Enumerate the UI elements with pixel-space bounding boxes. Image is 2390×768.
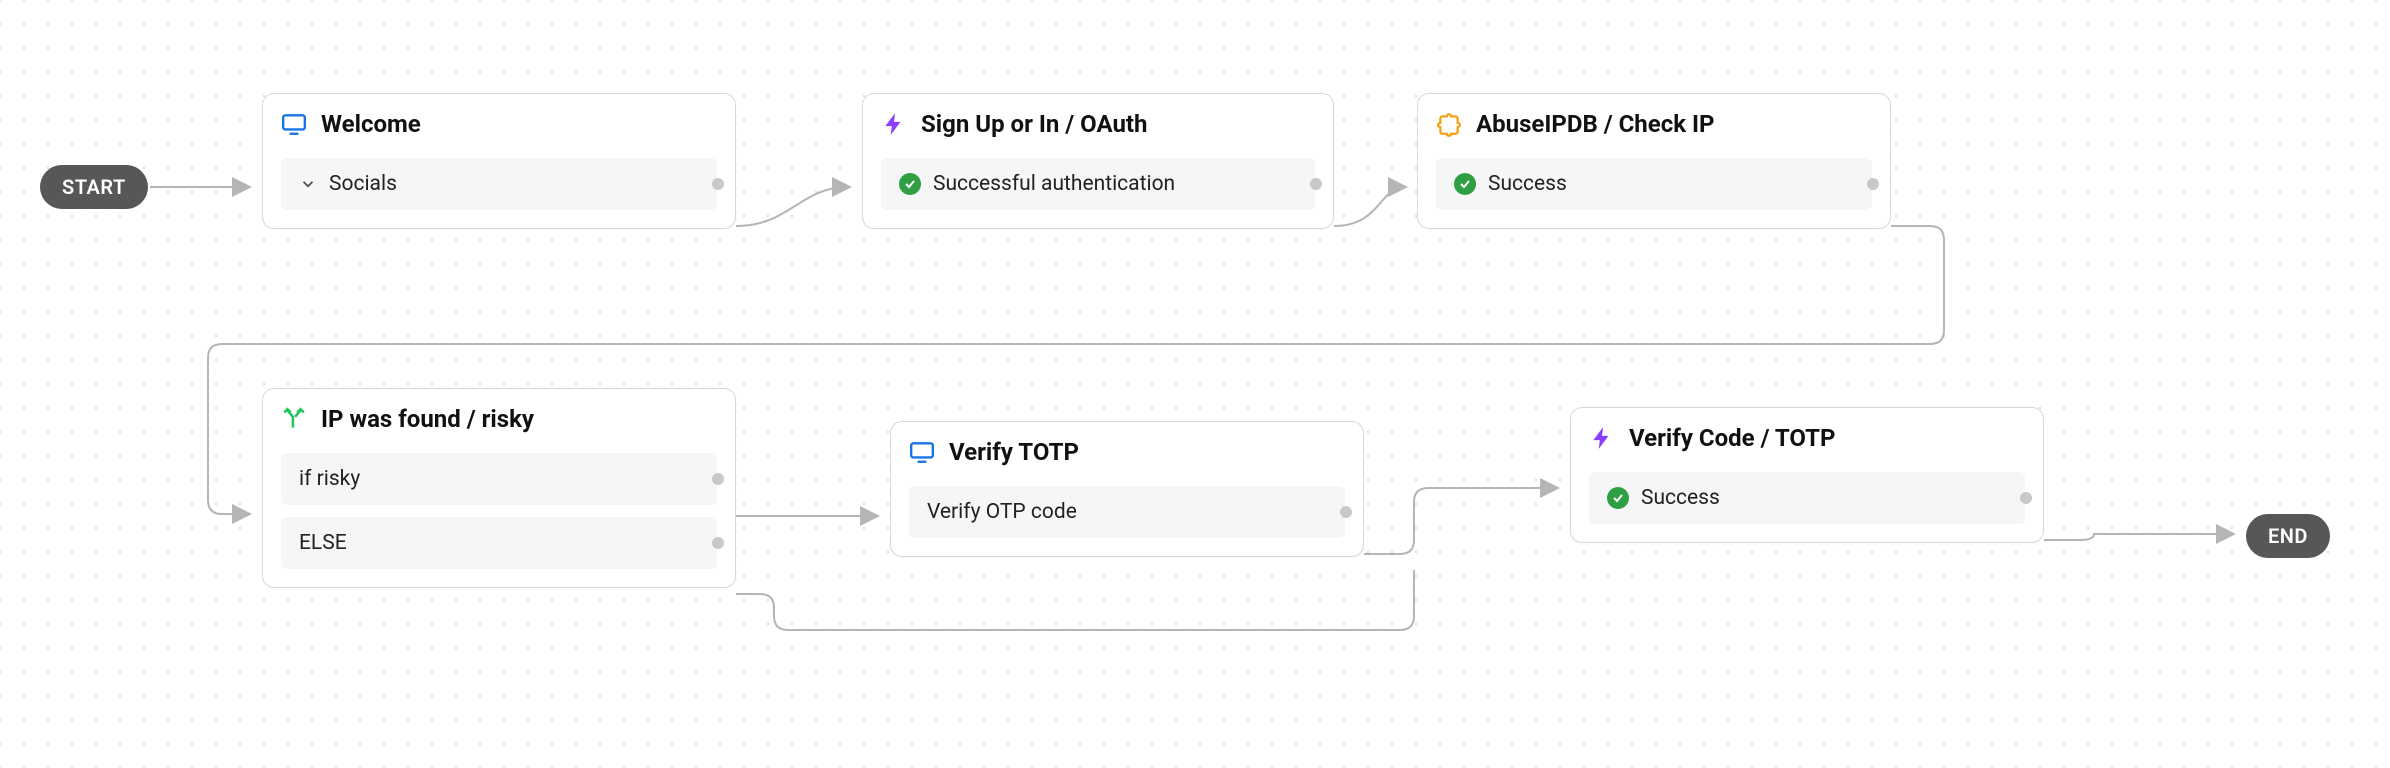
output-port[interactable] (1867, 178, 1879, 190)
monitor-icon (281, 111, 307, 137)
row-label: if risky (299, 467, 360, 491)
node-title: Sign Up or In / OAuth (921, 110, 1147, 138)
node-row-if[interactable]: if risky (281, 453, 717, 505)
row-label: Verify OTP code (927, 500, 1077, 524)
row-label: Socials (329, 172, 397, 196)
node-row-else[interactable]: ELSE (281, 517, 717, 569)
check-icon (899, 173, 921, 195)
start-label: START (62, 175, 126, 199)
branch-icon (281, 406, 307, 432)
node-title: IP was found / risky (321, 405, 534, 433)
node-row[interactable]: Success (1436, 158, 1872, 210)
node-welcome[interactable]: Welcome Socials (262, 93, 736, 229)
node-title: AbuseIPDB / Check IP (1476, 110, 1714, 138)
lightning-icon (1589, 425, 1615, 451)
end-pill: END (2246, 514, 2330, 558)
monitor-icon (909, 439, 935, 465)
node-title: Welcome (321, 110, 421, 138)
output-port[interactable] (712, 537, 724, 549)
node-title: Verify TOTP (949, 438, 1079, 466)
output-port[interactable] (712, 178, 724, 190)
node-row[interactable]: Socials (281, 158, 717, 210)
node-row[interactable]: Successful authentication (881, 158, 1315, 210)
node-oauth[interactable]: Sign Up or In / OAuth Successful authent… (862, 93, 1334, 229)
node-row[interactable]: Verify OTP code (909, 486, 1345, 538)
start-pill: START (40, 165, 148, 209)
row-label: Success (1488, 172, 1567, 196)
node-risky[interactable]: IP was found / risky if risky ELSE (262, 388, 736, 588)
lightning-icon (881, 111, 907, 137)
check-icon (1607, 487, 1629, 509)
row-label: Success (1641, 486, 1720, 510)
chevron-down-icon (299, 175, 317, 193)
output-port[interactable] (2020, 492, 2032, 504)
end-label: END (2268, 524, 2308, 548)
node-verify-totp[interactable]: Verify TOTP Verify OTP code (890, 421, 1364, 557)
output-port[interactable] (1340, 506, 1352, 518)
node-abuseip[interactable]: AbuseIPDB / Check IP Success (1417, 93, 1891, 229)
node-row[interactable]: Success (1589, 472, 2025, 524)
node-verify-code[interactable]: Verify Code / TOTP Success (1570, 407, 2044, 543)
output-port[interactable] (712, 473, 724, 485)
row-label: Successful authentication (933, 172, 1175, 196)
puzzle-icon (1436, 111, 1462, 137)
row-label: ELSE (299, 531, 347, 555)
output-port[interactable] (1310, 178, 1322, 190)
check-icon (1454, 173, 1476, 195)
node-title: Verify Code / TOTP (1629, 424, 1836, 452)
